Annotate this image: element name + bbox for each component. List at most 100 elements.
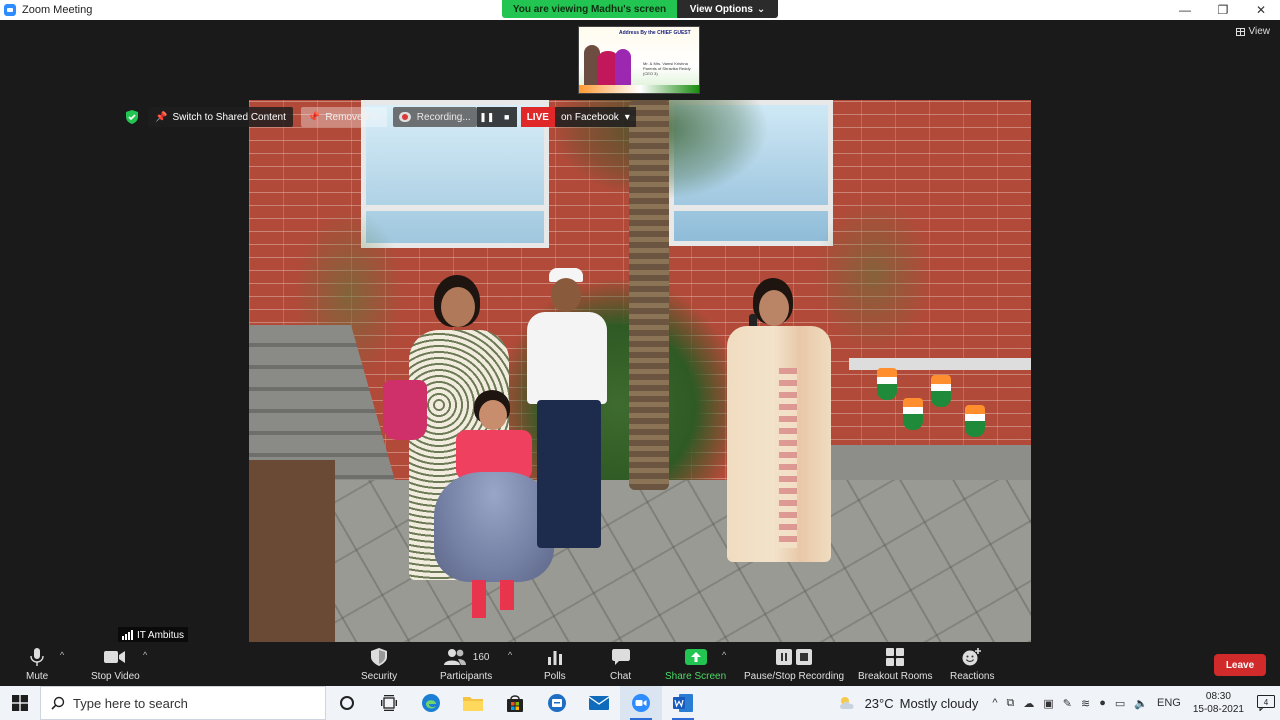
- head: [441, 287, 475, 327]
- video-options-chevron-icon[interactable]: ^: [143, 650, 147, 660]
- participants-options-chevron-icon[interactable]: ^: [508, 650, 512, 660]
- breakout-rooms-button[interactable]: Breakout Rooms: [858, 646, 932, 682]
- notification-center-icon: 4: [1257, 695, 1275, 711]
- view-options-button[interactable]: View Options ⌄: [677, 0, 778, 18]
- paved-ground: [249, 480, 1031, 642]
- smiley-add-icon: [962, 646, 982, 668]
- pause-recording-icon[interactable]: ❚❚: [476, 107, 497, 127]
- network-icon[interactable]: ▣: [1043, 697, 1053, 710]
- notifications-button[interactable]: 4: [1252, 686, 1280, 720]
- security-button[interactable]: Security: [361, 646, 397, 682]
- signal-strength-icon: [122, 630, 133, 640]
- recording-icon: [398, 112, 411, 122]
- taskbar-search-box[interactable]: Type here to search: [40, 686, 326, 720]
- live-badge[interactable]: LIVE: [520, 107, 555, 127]
- remove-pin-button[interactable]: 📌 Remove Pin: [300, 107, 387, 127]
- shoe: [500, 580, 514, 610]
- tray-icons: ^ ⧉ ☁ ▣ ✎ ≋ ● ▭ 🔈 ENG: [992, 697, 1180, 710]
- recording-label: Recording...: [416, 111, 471, 123]
- thumbnail-title: Address By the CHIEF GUEST: [619, 30, 691, 36]
- close-button[interactable]: ✕: [1242, 0, 1280, 20]
- show-hidden-icons-chevron-icon[interactable]: ^: [992, 697, 997, 709]
- chevron-down-icon: ⌄: [756, 3, 766, 15]
- remote-app-icon[interactable]: [536, 686, 578, 720]
- minimize-button[interactable]: —: [1166, 0, 1204, 20]
- windows-logo-icon: [12, 695, 28, 711]
- clock-time: 08:30: [1205, 691, 1231, 702]
- jeans: [537, 400, 601, 548]
- switch-to-shared-content-button[interactable]: 📌 Switch to Shared Content: [148, 107, 293, 127]
- switch-to-shared-content-label: Switch to Shared Content: [172, 111, 286, 123]
- participants-button[interactable]: 160 Participants: [440, 646, 492, 682]
- thumbnail-caption: Mr. & Mrs. Vamsi Krishna Parents of Shra…: [643, 61, 691, 76]
- share-toolbar: 📌 Switch to Shared Content 📌 Remove Pin …: [124, 106, 636, 128]
- participants-count: 160: [472, 651, 490, 663]
- polls-label: Polls: [544, 671, 566, 682]
- polls-button[interactable]: Polls: [544, 646, 566, 682]
- weather-widget[interactable]: 23°C Mostly cloudy: [837, 695, 979, 711]
- word-app-icon[interactable]: [662, 686, 704, 720]
- share-options-chevron-icon[interactable]: ^: [722, 650, 726, 660]
- wifi-icon[interactable]: ≋: [1081, 697, 1090, 710]
- weather-temperature: 23°C: [864, 695, 894, 711]
- handbag: [383, 380, 427, 440]
- person-woman-speaker: [719, 278, 839, 568]
- participant-name: IT Ambitus: [137, 629, 185, 641]
- mute-label: Mute: [26, 671, 49, 682]
- zoom-app-icon[interactable]: [620, 686, 662, 720]
- language-indicator[interactable]: ENG: [1157, 697, 1181, 709]
- edge-browser-icon[interactable]: [410, 686, 452, 720]
- file-explorer-icon[interactable]: [452, 686, 494, 720]
- head: [479, 400, 507, 430]
- mute-button[interactable]: Mute: [26, 646, 48, 682]
- microphone-tray-icon[interactable]: ●: [1099, 697, 1106, 709]
- stop-video-label: Stop Video: [91, 671, 140, 682]
- start-button[interactable]: [0, 686, 40, 720]
- share-screen-icon: [684, 646, 707, 668]
- taskbar-clock[interactable]: 08:30 15-08-2021: [1193, 690, 1244, 716]
- pause-stop-recording-button[interactable]: Pause/Stop Recording: [744, 646, 844, 682]
- recording-indicator: Recording...: [392, 107, 477, 127]
- tray-app-icon[interactable]: ⧉: [1007, 697, 1015, 710]
- pin-icon: 📌: [155, 111, 168, 123]
- chat-button[interactable]: Chat: [610, 646, 631, 682]
- view-layout-button[interactable]: View: [1235, 26, 1270, 37]
- reactions-button[interactable]: Reactions: [950, 646, 994, 682]
- leave-button[interactable]: Leave: [1214, 654, 1266, 676]
- bar-chart-icon: [547, 646, 563, 668]
- stop-recording-icon[interactable]: ■: [496, 107, 517, 127]
- system-tray: 23°C Mostly cloudy ^ ⧉ ☁ ▣ ✎ ≋ ● ▭ 🔈 ENG…: [837, 686, 1280, 720]
- cortana-icon[interactable]: [326, 686, 368, 720]
- pin-icon: 📌: [307, 111, 321, 123]
- weather-description: Mostly cloudy: [899, 695, 979, 711]
- video-camera-icon: [104, 646, 126, 668]
- person-man: [519, 268, 619, 558]
- chat-label: Chat: [610, 671, 632, 682]
- shared-screen-video: [249, 100, 1031, 642]
- head: [551, 278, 581, 312]
- participant-name-tag: IT Ambitus: [118, 627, 189, 643]
- audio-options-chevron-icon[interactable]: ^: [60, 650, 64, 660]
- share-screen-button[interactable]: Share Screen: [665, 646, 726, 682]
- volume-icon[interactable]: 🔈: [1134, 697, 1148, 710]
- facebook-stream-button[interactable]: on Facebook ▾: [554, 107, 636, 127]
- stop-video-button[interactable]: Stop Video: [91, 646, 140, 682]
- meeting-controls-bar: Mute ^ Stop Video ^ Security 160 Partici…: [0, 642, 1280, 686]
- grid-view-icon: [1235, 27, 1245, 36]
- shield-check-icon[interactable]: [124, 109, 140, 125]
- tricolor-pot: [965, 405, 985, 437]
- breakout-rooms-label: Breakout Rooms: [858, 671, 933, 682]
- mail-icon[interactable]: [578, 686, 620, 720]
- cloudy-weather-icon: [839, 697, 854, 709]
- battery-icon[interactable]: ▭: [1115, 697, 1125, 710]
- microsoft-store-icon[interactable]: [494, 686, 536, 720]
- onedrive-icon[interactable]: ☁: [1023, 697, 1034, 710]
- restore-button[interactable]: ❐: [1204, 0, 1242, 20]
- tricolor-pot: [931, 375, 951, 407]
- svg-text:4: 4: [1264, 698, 1269, 707]
- view-options-label: View Options: [689, 3, 753, 15]
- task-view-icon[interactable]: [368, 686, 410, 720]
- pen-icon[interactable]: ✎: [1063, 697, 1072, 710]
- facebook-stream-label: on Facebook: [560, 111, 619, 123]
- speaker-thumbnail[interactable]: Address By the CHIEF GUEST Mr. & Mrs. Va…: [578, 26, 700, 94]
